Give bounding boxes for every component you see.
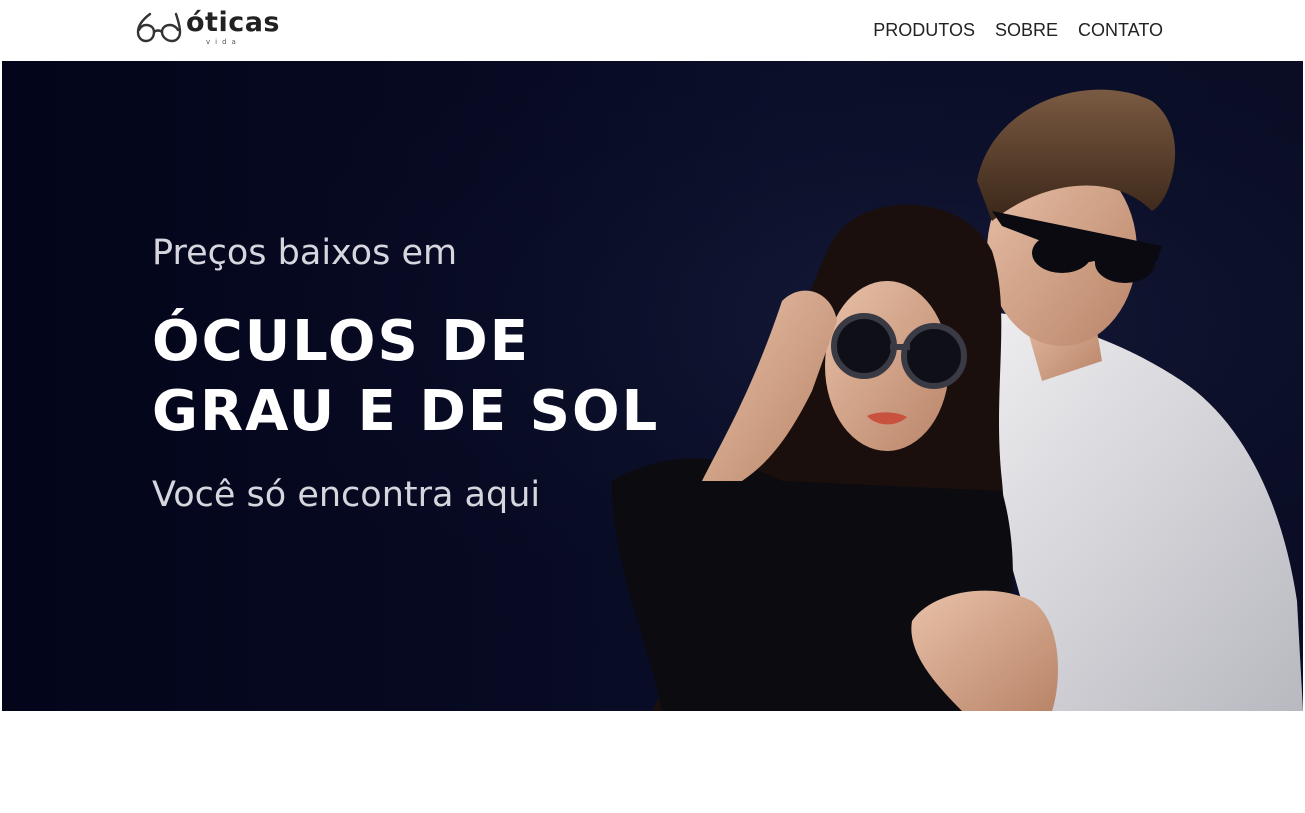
glasses-icon [136,12,182,43]
brand-logo[interactable]: óticas vida [134,7,281,50]
brand-name: óticas [186,7,281,38]
hero-headline: ÓCULOS DE GRAU E DE SOL [152,307,712,447]
hero-pre-heading: Preços baixos em [152,233,458,273]
hero-headline-line2: GRAU E DE SOL [152,379,660,444]
site-header: óticas vida PRODUTOS SOBRE CONTATO [0,0,1305,60]
main-nav: PRODUTOS SOBRE CONTATO [873,20,1163,41]
brand-tagline: vida [206,38,241,46]
hero-sub-heading: Você só encontra aqui [152,475,541,515]
hero-banner: Preços baixos em ÓCULOS DE GRAU E DE SOL… [2,61,1303,711]
nav-produtos[interactable]: PRODUTOS [873,20,975,41]
nav-sobre[interactable]: SOBRE [995,20,1058,41]
nav-contato[interactable]: CONTATO [1078,20,1163,41]
logo-text: óticas vida [186,7,281,47]
hero-text: Preços baixos em ÓCULOS DE GRAU E DE SOL… [152,231,712,517]
hero-headline-line1: ÓCULOS DE [152,309,531,374]
